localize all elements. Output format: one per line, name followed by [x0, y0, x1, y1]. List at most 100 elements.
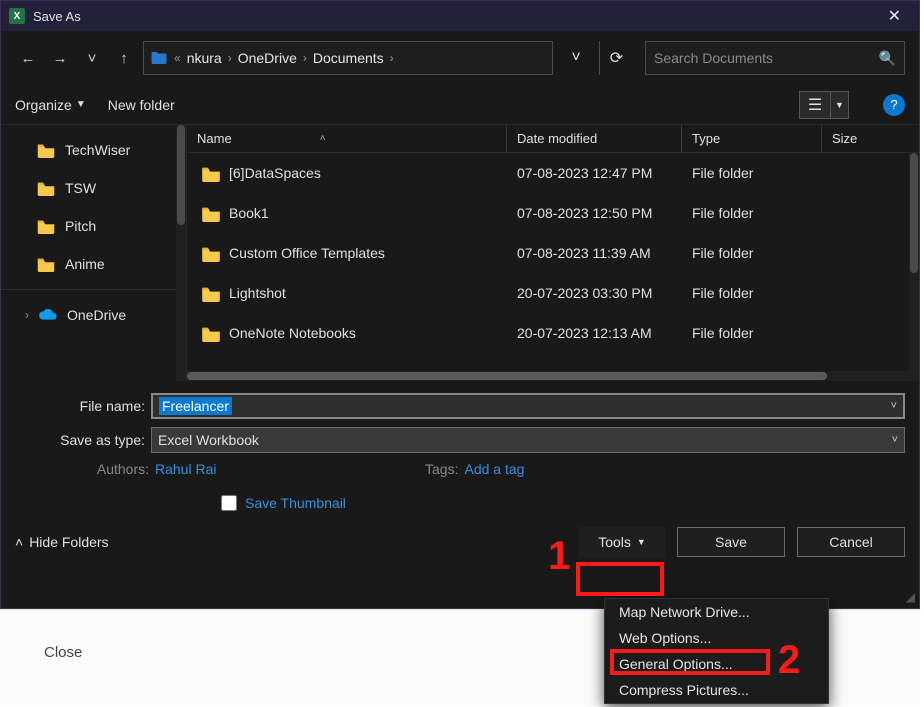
breadcrumb-prefix: « [174, 51, 181, 65]
sidebar-folder-label: TSW [65, 180, 96, 196]
navigation-bar: ← → ˅ ↑ « nkura › OneDrive › Documents ›… [1, 31, 919, 85]
chevron-down-icon[interactable]: ˅ [891, 400, 897, 412]
file-type: File folder [682, 325, 822, 341]
new-folder-button[interactable]: New folder [108, 97, 175, 113]
file-row[interactable]: Custom Office Templates 07-08-2023 11:39… [187, 233, 919, 273]
authors-label: Authors: [77, 461, 155, 477]
scrollbar-thumb[interactable] [187, 372, 827, 380]
file-date: 20-07-2023 12:13 AM [507, 325, 682, 341]
save-button[interactable]: Save [677, 527, 785, 557]
filename-input[interactable]: Freelancer ˅ [151, 393, 905, 419]
column-type[interactable]: Type [682, 125, 822, 152]
file-name: [6]DataSpaces [229, 165, 321, 181]
file-row[interactable]: OneNote Notebooks 20-07-2023 12:13 AM Fi… [187, 313, 919, 353]
filename-value: Freelancer [159, 397, 232, 415]
file-list-header: Name˄ Date modified Type Size [187, 125, 919, 153]
folder-icon [201, 326, 219, 340]
sidebar-scrollbar[interactable] [176, 125, 186, 381]
chevron-right-icon: › [303, 51, 307, 65]
file-date: 07-08-2023 12:47 PM [507, 165, 682, 181]
sidebar-folder-label: TechWiser [65, 142, 130, 158]
file-row[interactable]: [6]DataSpaces 07-08-2023 12:47 PM File f… [187, 153, 919, 193]
annotation-number-1: 1 [548, 534, 570, 579]
file-name: Book1 [229, 205, 269, 221]
folder-icon [37, 219, 55, 233]
file-type: File folder [682, 205, 822, 221]
file-row[interactable]: Lightshot 20-07-2023 03:30 PM File folde… [187, 273, 919, 313]
tags-value[interactable]: Add a tag [464, 461, 524, 477]
sidebar-folder-label: Anime [65, 256, 105, 272]
sidebar-folder[interactable]: Anime [1, 245, 186, 283]
column-size[interactable]: Size [822, 131, 919, 146]
authors-value[interactable]: Rahul Rai [155, 461, 216, 477]
filelist-vscrollbar[interactable] [909, 153, 919, 381]
toolbar: Organize▼ New folder ☰ ▼ ? [1, 85, 919, 125]
column-date[interactable]: Date modified [507, 125, 682, 152]
chevron-up-icon: ˄ [15, 534, 23, 550]
form-area: File name: Freelancer ˅ Save as type: Ex… [1, 381, 919, 517]
savetype-label: Save as type: [15, 432, 151, 448]
help-icon: ? [890, 97, 897, 112]
file-name: OneNote Notebooks [229, 325, 356, 341]
savetype-select[interactable]: Excel Workbook ˅ [151, 427, 905, 453]
search-box[interactable]: 🔍 [645, 41, 905, 75]
sidebar-folder[interactable]: TSW [1, 169, 186, 207]
sidebar-divider [1, 289, 186, 290]
sidebar-folder-label: Pitch [65, 218, 96, 234]
search-icon: 🔍 [879, 50, 896, 67]
annotation-number-2: 2 [778, 638, 800, 683]
filelist-hscrollbar[interactable] [187, 371, 909, 381]
file-date: 20-07-2023 03:30 PM [507, 285, 682, 301]
breadcrumb-item[interactable]: nkura [187, 50, 222, 66]
titlebar: X Save As ✕ [1, 1, 919, 31]
view-mode-dropdown[interactable]: ▼ [831, 91, 849, 119]
tools-menu-map-drive[interactable]: Map Network Drive... [605, 599, 828, 625]
chevron-down-icon: ▼ [835, 100, 844, 110]
file-date: 07-08-2023 12:50 PM [507, 205, 682, 221]
folder-icon [201, 166, 219, 180]
organize-button[interactable]: Organize▼ [15, 97, 86, 113]
sidebar-folder[interactable]: Pitch [1, 207, 186, 245]
recent-dropdown[interactable]: ˅ [79, 45, 105, 71]
sidebar-folder[interactable]: TechWiser [1, 131, 186, 169]
arrow-left-icon: ← [21, 50, 36, 67]
background-close-label[interactable]: Close [44, 644, 82, 661]
path-box[interactable]: « nkura › OneDrive › Documents › [143, 41, 553, 75]
cancel-button[interactable]: Cancel [797, 527, 905, 557]
tags-label: Tags: [416, 461, 464, 477]
dialog-body: TechWiser TSW Pitch Anime › OneDrive [1, 125, 919, 381]
sidebar-onedrive[interactable]: › OneDrive [1, 296, 186, 334]
refresh-button[interactable]: ⟳ [599, 41, 633, 75]
resize-grip[interactable]: ◢ [906, 590, 915, 604]
file-row[interactable]: Book1 07-08-2023 12:50 PM File folder [187, 193, 919, 233]
breadcrumb-item[interactable]: OneDrive [238, 50, 297, 66]
window-title: Save As [33, 9, 878, 24]
folder-icon [37, 257, 55, 271]
path-history-dropdown[interactable]: ˅ [559, 41, 593, 75]
view-mode-button[interactable]: ☰ [799, 91, 831, 119]
save-thumbnail-checkbox[interactable] [221, 495, 237, 511]
column-name[interactable]: Name˄ [187, 125, 507, 152]
excel-app-icon: X [9, 8, 25, 24]
scrollbar-thumb[interactable] [910, 153, 918, 273]
filename-label: File name: [15, 398, 151, 414]
hide-folders-button[interactable]: ˄ Hide Folders [15, 534, 109, 550]
back-button[interactable]: ← [15, 45, 41, 71]
chevron-down-icon: ▼ [76, 99, 86, 110]
save-thumbnail-label[interactable]: Save Thumbnail [245, 495, 346, 511]
file-date: 07-08-2023 11:39 AM [507, 245, 682, 261]
tools-button[interactable]: Tools ▼ [579, 527, 665, 557]
scrollbar-thumb[interactable] [177, 125, 185, 225]
file-name: Custom Office Templates [229, 245, 385, 261]
forward-button[interactable]: → [47, 45, 73, 71]
up-button[interactable]: ↑ [111, 45, 137, 71]
breadcrumb-item[interactable]: Documents [313, 50, 384, 66]
search-input[interactable] [654, 50, 879, 66]
folder-location-icon [150, 49, 168, 67]
folder-icon [37, 143, 55, 157]
folder-icon [201, 206, 219, 220]
chevron-down-icon[interactable]: ˅ [892, 434, 898, 446]
close-button[interactable]: ✕ [878, 2, 911, 30]
help-button[interactable]: ? [883, 94, 905, 116]
file-type: File folder [682, 245, 822, 261]
